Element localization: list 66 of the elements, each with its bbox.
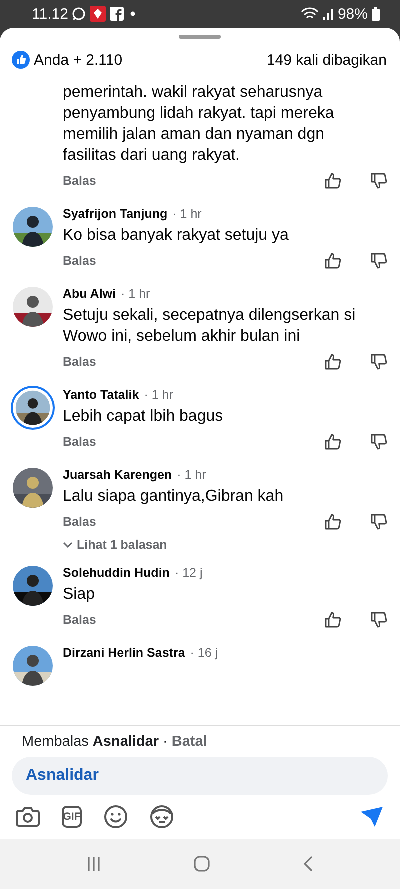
dislike-icon[interactable] <box>370 611 388 629</box>
comment-text: Lalu siapa gantinya,Gibran kah <box>63 487 285 507</box>
smiley-icon[interactable] <box>104 805 128 829</box>
comment-time: · 1 hr <box>121 287 150 301</box>
like-icon[interactable] <box>324 252 342 270</box>
reply-link[interactable]: Balas <box>63 355 96 369</box>
reaction-count[interactable]: Anda + 2.110 <box>34 52 123 68</box>
comment-time: · 1 hr <box>172 207 202 221</box>
like-icon[interactable] <box>324 611 342 629</box>
gif-button[interactable]: GIF <box>62 806 82 828</box>
share-count[interactable]: 149 kali dibagikan <box>266 52 387 68</box>
drag-handle[interactable] <box>179 35 221 39</box>
cancel-link[interactable]: Batal <box>172 734 208 750</box>
comment-time: · 1 hr <box>177 468 206 482</box>
comment-input-field[interactable]: Asnalidar <box>12 757 388 795</box>
reply-link[interactable]: Balas <box>63 515 96 529</box>
dislike-icon[interactable] <box>370 252 388 270</box>
comment-text: Ko bisa banyak rakyat setuju ya <box>63 226 290 246</box>
reply-link[interactable]: Balas <box>63 435 96 449</box>
battery-level: 98% <box>338 6 368 22</box>
avatar[interactable] <box>13 287 53 327</box>
like-icon[interactable] <box>324 172 342 190</box>
avatar[interactable] <box>13 207 53 247</box>
signal-icon <box>322 8 333 20</box>
like-icon <box>12 51 30 69</box>
clock: 11.12 <box>32 6 68 22</box>
reply-link[interactable]: Balas <box>63 613 96 627</box>
comment-time: · 1 hr <box>144 388 174 402</box>
camera-icon[interactable] <box>16 806 40 828</box>
back-icon[interactable] <box>302 856 314 872</box>
avatar[interactable] <box>13 646 53 686</box>
comment-text: Siap <box>63 585 96 605</box>
commenter-name[interactable]: Abu Alwi <box>63 287 116 301</box>
comment-text: Lebih capat lbih bagus <box>63 407 224 427</box>
dislike-icon[interactable] <box>370 172 388 190</box>
view-replies-link[interactable]: Lihat 1 balasan <box>77 538 168 552</box>
wifi-icon <box>300 7 319 21</box>
send-icon[interactable] <box>360 806 384 828</box>
commenter-name[interactable]: Yanto Tatalik <box>63 388 140 402</box>
like-icon[interactable] <box>324 513 342 531</box>
dislike-icon[interactable] <box>370 513 388 531</box>
comment-text: Setuju sekali, secepatnya dilengserkan si Wowo ini, sebelum akhir bulan ini <box>63 306 357 347</box>
facebook-icon <box>110 7 124 21</box>
reply-link[interactable]: Balas <box>63 254 96 268</box>
commenter-name[interactable]: Juarsah Karengen <box>63 468 172 482</box>
commenter-name[interactable]: Dirzani Herlin Sastra <box>63 646 186 660</box>
commenter-name[interactable]: Solehuddin Hudin <box>63 566 170 580</box>
reply-link[interactable]: Balas <box>63 174 96 188</box>
chevron-down-icon <box>63 542 73 548</box>
comment-time: · 16 j <box>190 646 218 660</box>
recent-apps-icon[interactable] <box>86 856 102 872</box>
replying-to-text: Membalas Asnalidar · <box>22 734 168 750</box>
home-icon[interactable] <box>194 856 210 872</box>
avatar[interactable] <box>13 566 53 606</box>
sticker-face-icon[interactable] <box>150 805 174 829</box>
like-icon[interactable] <box>324 433 342 451</box>
like-icon[interactable] <box>324 353 342 371</box>
comment-text: pemerintah. wakil rakyat seharusnya penyambung lidah rakyat. tapi mereka memilih jalan aman dan nyaman dgn fasilitas dari uang rakyat. <box>63 83 336 166</box>
comment-time: · 12 j <box>174 566 203 580</box>
battery-icon <box>372 7 380 21</box>
avatar[interactable] <box>13 388 53 428</box>
commenter-name[interactable]: Syafrijon Tanjung <box>63 207 168 221</box>
dislike-icon[interactable] <box>370 353 388 371</box>
app-icon <box>90 6 106 22</box>
avatar[interactable] <box>13 468 53 508</box>
dislike-icon[interactable] <box>370 433 388 451</box>
